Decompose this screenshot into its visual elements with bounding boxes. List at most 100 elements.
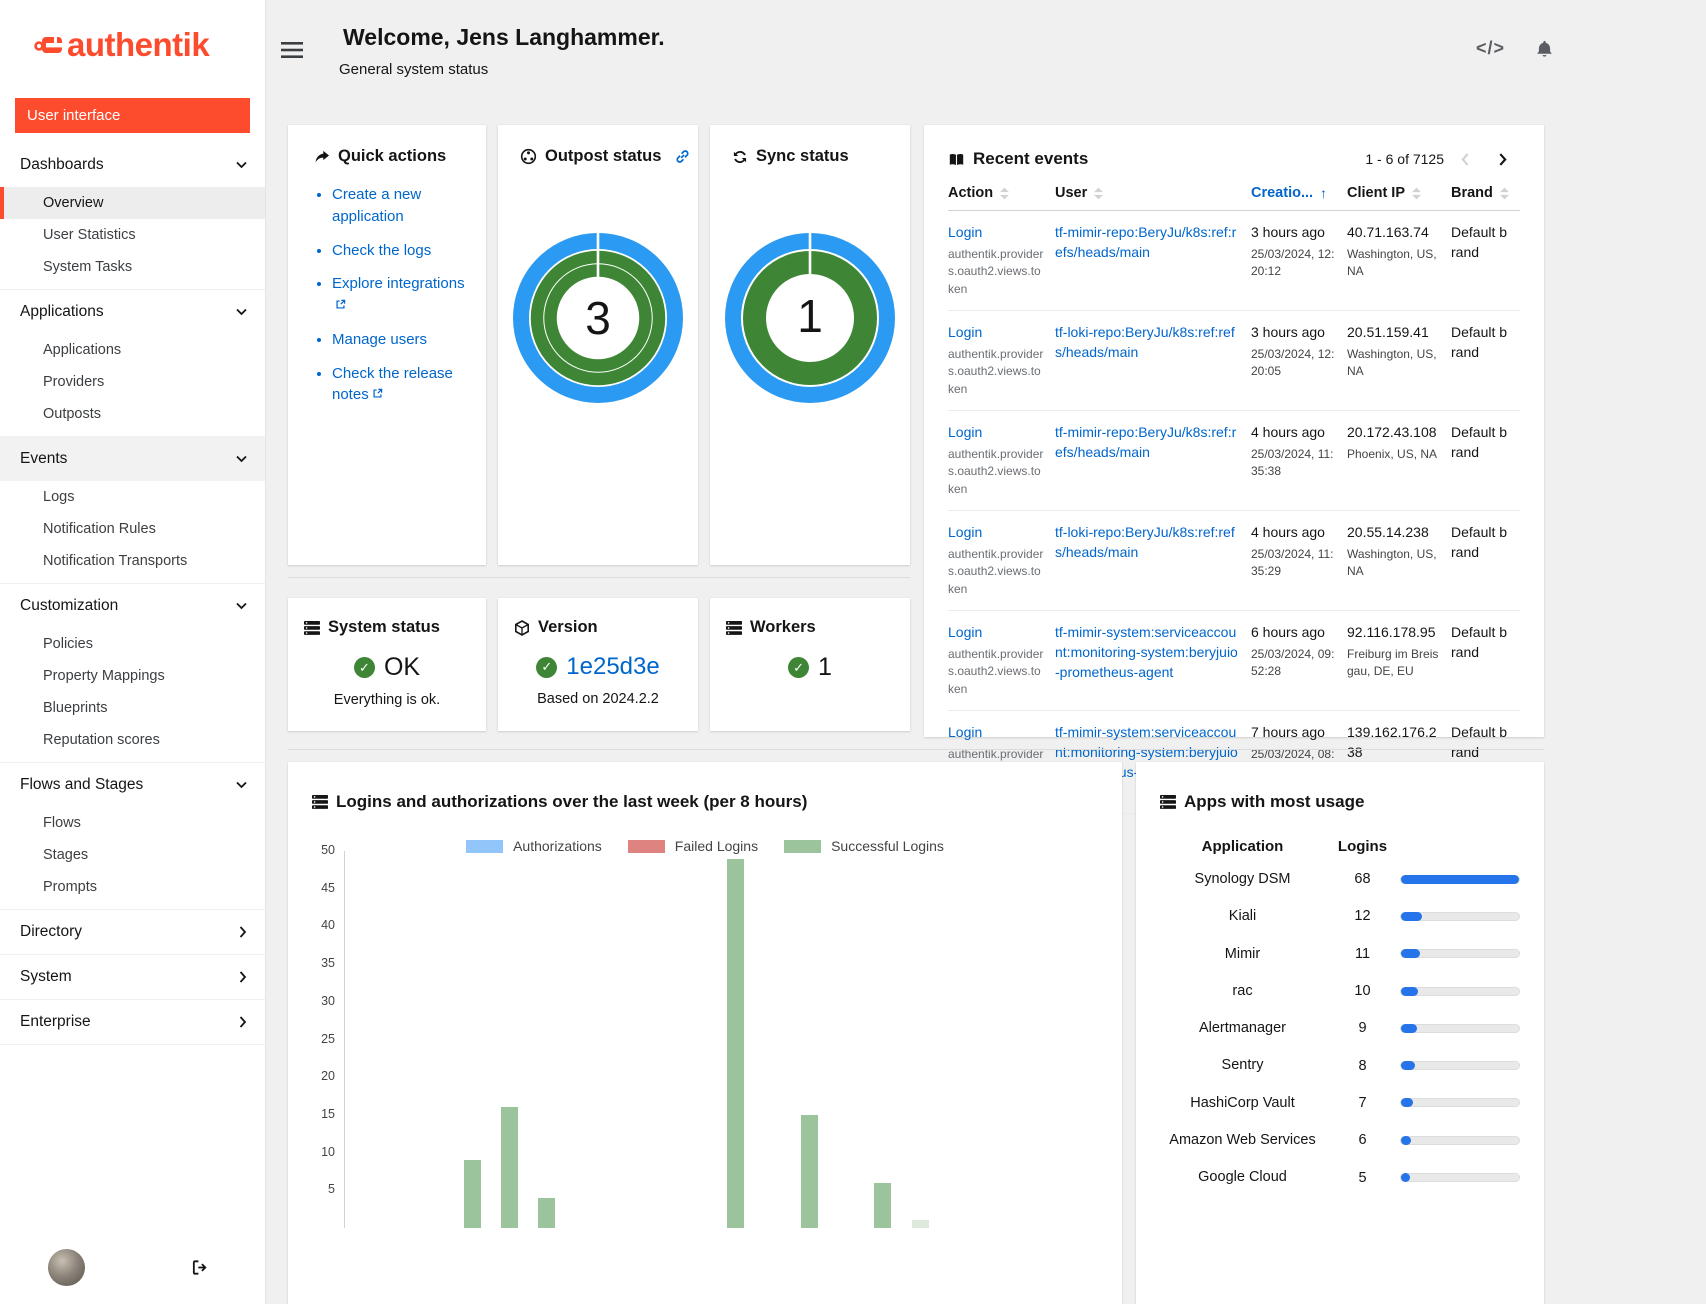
event-brand: Default brand [1451, 523, 1520, 598]
event-user-link[interactable]: tf-mimir-repo:BeryJu/k8s:ref:refs/heads/… [1055, 424, 1236, 460]
column-header-creation-date[interactable]: Creatio...↑ [1251, 185, 1347, 201]
sidebar-item-notification-rules[interactable]: Notification Rules [0, 513, 265, 545]
app-name: Synology DSM [1160, 869, 1325, 889]
sidebar-item-flows[interactable]: Flows [0, 807, 265, 839]
sidebar-item-providers[interactable]: Providers [0, 366, 265, 398]
nav-group-head-applications[interactable]: Applications [0, 290, 265, 334]
sidebar: authentik User interface Dashboards Over… [0, 0, 266, 1304]
event-action-link[interactable]: Login [948, 724, 982, 740]
outpost-status-donut: 3 [498, 232, 698, 404]
nav-group-enterprise: Enterprise [0, 1000, 265, 1045]
sidebar-item-property-mappings[interactable]: Property Mappings [0, 660, 265, 692]
card-title: Outpost status [545, 147, 661, 166]
app-usage-bar-track [1400, 949, 1520, 958]
column-header-brand[interactable]: Brand [1451, 185, 1520, 201]
page-title: Welcome, Jens Langhammer. [343, 24, 665, 51]
sidebar-item-blueprints[interactable]: Blueprints [0, 692, 265, 724]
event-table-row: Login authentik.providers.oauth2.views.t… [948, 511, 1520, 611]
nav-group-dashboards: Dashboards Overview User Statistics Syst… [0, 143, 265, 290]
sidebar-item-overview[interactable]: Overview [0, 187, 265, 219]
sidebar-item-prompts[interactable]: Prompts [0, 871, 265, 903]
sidebar-item-applications[interactable]: Applications [0, 334, 265, 366]
sidebar-item-notification-transports[interactable]: Notification Transports [0, 545, 265, 577]
nav-group-head-events[interactable]: Events [0, 437, 265, 481]
logout-icon[interactable] [191, 1259, 209, 1276]
check-logs-link[interactable]: Check the logs [332, 242, 431, 259]
event-user-link[interactable]: tf-loki-repo:BeryJu/k8s:ref:refs/heads/m… [1055, 324, 1235, 360]
event-client-ip: 20.55.14.238 [1347, 523, 1441, 543]
event-time-absolute: 25/03/2024, 09:52:28 [1251, 646, 1337, 681]
event-action-link[interactable]: Login [948, 624, 982, 640]
app-name: Sentry [1160, 1055, 1325, 1075]
user-interface-button[interactable]: User interface [15, 98, 250, 133]
sidebar-item-stages[interactable]: Stages [0, 839, 265, 871]
explore-integrations-link[interactable]: Explore integrations [332, 275, 465, 292]
event-action-app: authentik.providers.oauth2.views.token [948, 546, 1045, 598]
sidebar-item-reputation-scores[interactable]: Reputation scores [0, 724, 265, 756]
event-action-link[interactable]: Login [948, 524, 982, 540]
event-brand: Default brand [1451, 323, 1520, 398]
sidebar-item-outposts[interactable]: Outposts [0, 398, 265, 430]
authentik-logo[interactable]: authentik [0, 0, 265, 86]
event-table-row: Login authentik.providers.oauth2.views.t… [948, 411, 1520, 511]
hamburger-menu-icon[interactable] [281, 41, 303, 59]
nav-group-head-directory[interactable]: Directory [0, 910, 265, 954]
nav-group-head-enterprise[interactable]: Enterprise [0, 1000, 265, 1044]
sort-icon[interactable] [1500, 187, 1509, 200]
event-time-relative: 4 hours ago [1251, 523, 1337, 543]
event-action-link[interactable]: Login [948, 324, 982, 340]
app-usage-row: Synology DSM 68 [1160, 869, 1520, 889]
nav-group-head-customization[interactable]: Customization [0, 584, 265, 628]
event-brand: Default brand [1451, 223, 1520, 298]
sidebar-item-policies[interactable]: Policies [0, 628, 265, 660]
manage-users-link[interactable]: Manage users [332, 331, 427, 348]
check-circle-icon: ✓ [788, 657, 809, 678]
app-usage-bar-track [1400, 1024, 1520, 1033]
column-header-user[interactable]: User [1055, 185, 1251, 201]
pagination-prev-icon[interactable] [1448, 147, 1482, 171]
event-action-link[interactable]: Login [948, 424, 982, 440]
app-usage-row: Amazon Web Services 6 [1160, 1130, 1520, 1150]
sidebar-item-system-tasks[interactable]: System Tasks [0, 251, 265, 283]
event-user-link[interactable]: tf-mimir-system:serviceaccount:monitorin… [1055, 624, 1238, 680]
column-header-client-ip[interactable]: Client IP [1347, 185, 1451, 201]
card-title: Apps with most usage [1184, 792, 1364, 812]
app-login-count: 8 [1325, 1058, 1400, 1074]
event-action-link[interactable]: Login [948, 224, 982, 240]
sidebar-item-logs[interactable]: Logs [0, 481, 265, 513]
system-status-value: OK [384, 653, 420, 682]
nav-group-head-dashboards[interactable]: Dashboards [0, 143, 265, 187]
event-user-link[interactable]: tf-loki-repo:BeryJu/k8s:ref:refs/heads/m… [1055, 524, 1235, 560]
pagination-next-icon[interactable] [1486, 147, 1520, 171]
sort-icon[interactable] [1000, 187, 1009, 200]
release-notes-link[interactable]: Check the release notes [332, 365, 453, 404]
section-divider [288, 749, 1544, 750]
events-table: Action User Creatio...↑ Client IP Brand … [948, 185, 1520, 814]
event-user-link[interactable]: tf-mimir-repo:BeryJu/k8s:ref:refs/heads/… [1055, 224, 1236, 260]
event-table-row: Login authentik.providers.oauth2.views.t… [948, 211, 1520, 311]
create-application-link[interactable]: Create a new application [332, 186, 421, 225]
chevron-right-icon [239, 1016, 247, 1028]
notifications-bell-icon[interactable] [1535, 39, 1554, 59]
sort-icon[interactable] [1412, 187, 1421, 200]
outpost-globe-icon [520, 148, 537, 165]
event-time-relative: 7 hours ago [1251, 723, 1337, 743]
logo-wordmark: authentik [67, 26, 209, 64]
sidebar-item-user-statistics[interactable]: User Statistics [0, 219, 265, 251]
app-login-count: 7 [1325, 1095, 1400, 1111]
nav-group-head-flows-stages[interactable]: Flows and Stages [0, 763, 265, 807]
api-code-icon[interactable]: </> [1476, 38, 1505, 59]
app-usage-bar-fill [1401, 949, 1420, 958]
user-avatar[interactable] [48, 1249, 85, 1286]
event-table-row: Login authentik.providers.oauth2.views.t… [948, 311, 1520, 411]
column-header-action[interactable]: Action [948, 185, 1055, 201]
nav-group-head-system[interactable]: System [0, 955, 265, 999]
link-icon[interactable] [675, 149, 690, 164]
card-title: System status [328, 618, 440, 637]
successful-logins-bar [912, 1220, 929, 1228]
event-table-row: Login authentik.providers.oauth2.views.t… [948, 611, 1520, 711]
app-usage-bar-track [1400, 1136, 1520, 1145]
version-link[interactable]: 1e25d3e [566, 653, 659, 681]
sort-icon[interactable] [1094, 187, 1103, 200]
sync-status-donut: 1 [710, 232, 910, 404]
